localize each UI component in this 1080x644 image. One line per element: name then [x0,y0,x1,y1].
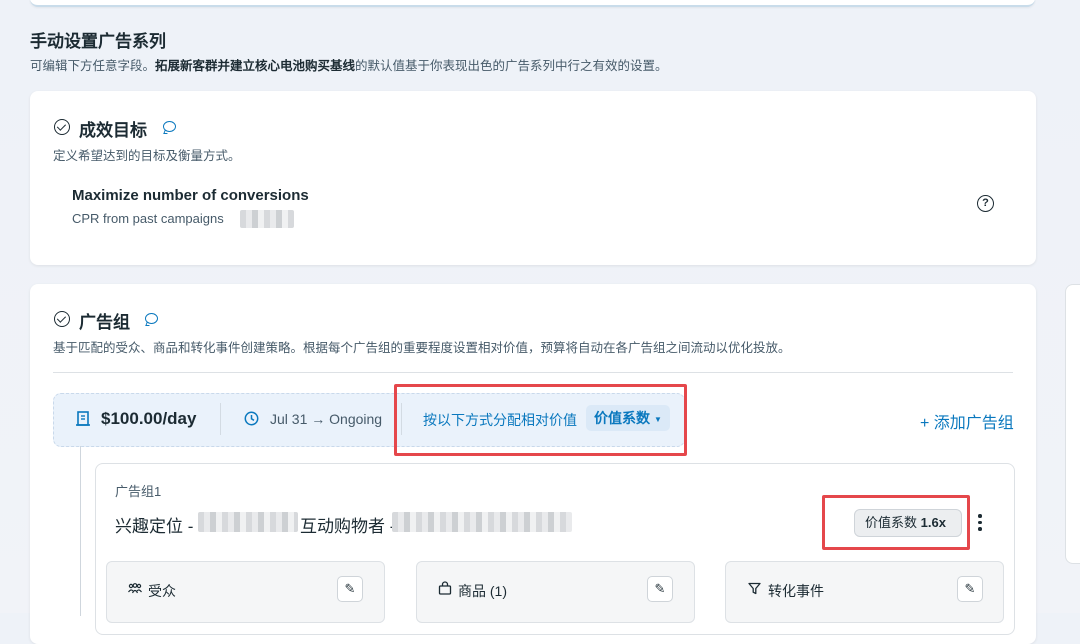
pencil-icon[interactable]: ✎ [647,576,673,602]
check-circle-icon [54,311,70,327]
bag-icon [438,581,452,595]
adgroup-title: 广告组 [79,313,130,332]
filter-icon [748,582,761,595]
schedule-text[interactable]: Jul 31 → Ongoing [270,411,382,427]
highlight-allocate [394,384,687,456]
redacted-name [198,512,298,532]
check-circle-icon [54,119,70,135]
side-panel-edge [1065,284,1080,564]
redacted-value [240,210,294,228]
divider [220,403,221,435]
clock-icon [244,411,259,426]
goal-description: 定义希望达到的目标及衡量方式。 [53,149,241,163]
highlight-multiplier [822,495,970,550]
previous-card [30,0,1035,7]
more-options-icon[interactable] [978,514,982,534]
pencil-icon[interactable]: ✎ [337,576,363,602]
goal-sub: CPR from past campaigns [72,211,224,226]
add-adgroup-button[interactable]: + 添加广告组 [920,409,1014,433]
comment-icon[interactable] [145,313,158,324]
adgroup1-name-part2[interactable]: 互动购物者 - [300,512,395,537]
comment-icon[interactable] [163,121,176,132]
goal-title: 成效目标 [79,121,147,140]
page-subtitle: 可编辑下方任意字段。拓展新客群并建立核心电池购买基线的默认值基于你表现出色的广告… [30,59,668,73]
goal-name: Maximize number of conversions [72,187,309,204]
redacted-name [392,512,572,532]
conversion-label: 转化事件 [768,583,824,599]
tree-line [80,446,81,616]
page-title: 手动设置广告系列 [30,32,166,51]
audience-label: 受众 [148,583,176,599]
pencil-icon[interactable]: ✎ [957,576,983,602]
products-label: 商品 (1) [458,583,507,599]
adgroup1-label: 广告组1 [115,484,162,499]
divider [53,372,1013,373]
goal-card: 成效目标 定义希望达到的目标及衡量方式。 Maximize number of … [30,91,1036,265]
help-icon[interactable]: ? [977,195,994,212]
adgroup1-name-part1[interactable]: 兴趣定位 - [115,512,193,537]
adgroup-description: 基于匹配的受众、商品和转化事件创建策略。根据每个广告组的重要程度设置相对价值，预… [53,341,791,355]
people-icon [128,583,142,594]
budget-amount[interactable]: $100.00/day [101,409,196,429]
receipt-icon [76,411,90,426]
